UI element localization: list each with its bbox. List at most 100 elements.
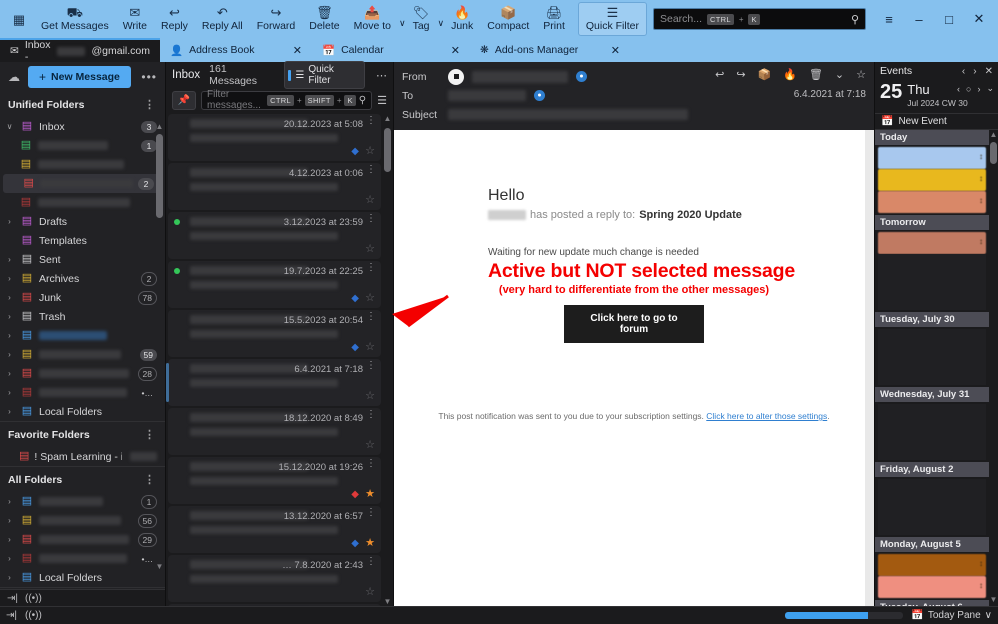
star-icon[interactable]: ☆ (365, 389, 375, 402)
quick-filter-toolbar-button[interactable]: ☰ Quick Filter (577, 2, 647, 36)
row-menu-icon[interactable]: ⋮ (366, 459, 376, 469)
reply-icon[interactable]: ↩ (715, 68, 724, 81)
list-item[interactable] (878, 404, 986, 460)
sidebar-item-archives[interactable]: › ▤ Archives 2 (0, 269, 165, 288)
table-row[interactable]: 13.12.2020 at 6:57 ⋮ ◆ ★ (168, 506, 381, 553)
row-menu-icon[interactable]: ⋮ (366, 165, 376, 175)
twisty-icon[interactable]: › (4, 407, 15, 416)
msglist-scroll-thumb[interactable] (384, 128, 391, 172)
forward-icon[interactable]: ↪ (736, 68, 745, 81)
sidebar-item-inbox[interactable]: ∨ ▤ Inbox 3 (0, 117, 165, 136)
twisty-icon[interactable]: › (4, 331, 15, 340)
filter-messages-input[interactable]: Filter messages... CTRL + SHIFT + K ⚲ (201, 89, 373, 111)
list-item[interactable]: ↕ (878, 169, 986, 191)
sidebar-item[interactable]: ▤ (0, 193, 165, 212)
email-settings-link[interactable]: Click here to alter those settings (706, 411, 827, 421)
table-row[interactable]: 19.7.2023 at 22:25 ⋮ ◆ ☆ (168, 261, 381, 308)
cloud-sync-icon[interactable]: ☁ (8, 70, 20, 84)
twisty-icon[interactable]: ∨ (4, 122, 15, 131)
table-row[interactable]: 6.4.2021 at 7:18 ⋮ ☆ (166, 359, 381, 406)
tab-addons-close-icon[interactable]: ✕ (595, 44, 620, 57)
list-item[interactable] (878, 479, 986, 535)
twisty-icon[interactable]: › (4, 516, 15, 525)
forward-button[interactable]: ↪ Forward (250, 2, 303, 36)
table-row[interactable]: 15.12.2020 at 19:26 ⋮ ◆ ★ (168, 457, 381, 504)
list-item[interactable]: ↕ (878, 576, 986, 598)
events-scroll-thumb[interactable] (990, 142, 997, 164)
thread-view-icon[interactable]: ⋯ (374, 69, 387, 82)
msglist-scroll-up-icon[interactable]: ▲ (383, 114, 392, 123)
twisty-icon[interactable]: › (4, 274, 15, 283)
offline-indicator-icon[interactable]: ⇥| (6, 610, 17, 621)
list-item[interactable]: ↕ (878, 554, 986, 576)
sidebar-scrollbar[interactable]: ▲ ▼ (155, 122, 164, 571)
list-item[interactable] (878, 254, 986, 310)
go-to-forum-button[interactable]: Click here to go to forum (564, 305, 704, 343)
sidebar-item-local-folders[interactable]: › ▤ Local Folders (0, 402, 165, 421)
star-icon[interactable]: ★ (365, 536, 375, 549)
print-button[interactable]: 🖨 Print (536, 2, 572, 36)
delete-button[interactable]: 🗑 Delete (302, 2, 346, 36)
tab-calendar-close-icon[interactable]: ✕ (435, 44, 460, 57)
chevron-down-icon[interactable]: ⌄ (835, 68, 844, 81)
pin-filter-button[interactable]: 📌 (172, 90, 196, 110)
star-icon[interactable]: ☆ (365, 144, 375, 157)
junk-icon[interactable]: 🔥 (783, 68, 797, 81)
chevron-down-icon[interactable]: ⌄ (986, 83, 994, 94)
filter-options-icon[interactable]: ☰ (377, 94, 387, 107)
row-menu-icon[interactable]: ⋮ (366, 361, 376, 371)
sidebar-item[interactable]: › ▤ 29 (0, 530, 165, 549)
twisty-icon[interactable]: › (4, 535, 15, 544)
archive-icon[interactable]: 📦 (758, 68, 772, 81)
message-list-scrollbar[interactable]: ▲ ▼ (383, 114, 392, 606)
table-row[interactable]: 3.12.2023 at 23:59 ⋮ ☆ (168, 212, 381, 259)
sidebar-item[interactable]: › ▤ 59 (0, 345, 165, 364)
tab-address-book-close-icon[interactable]: ✕ (277, 44, 302, 57)
sidebar-item[interactable]: › ▤ 56 (0, 511, 165, 530)
move-to-chevron-down-icon[interactable]: ∨ (399, 18, 406, 29)
compact-button[interactable]: 📦 Compact (480, 2, 536, 36)
new-message-button[interactable]: + New Message (28, 66, 131, 88)
tab-addons-manager[interactable]: ❋ Add-ons Manager ✕ (470, 38, 630, 62)
sidebar-more-icon[interactable]: ••• (141, 70, 157, 84)
sidebar-item-junk[interactable]: › ▤ Junk 78 (0, 288, 165, 307)
row-menu-icon[interactable]: ⋮ (366, 214, 376, 224)
star-icon[interactable]: ☆ (365, 438, 375, 451)
star-icon[interactable]: ☆ (365, 193, 375, 206)
sidebar-item[interactable]: › ▤ (0, 326, 165, 345)
table-row[interactable]: 4.12.2023 at 0:06 ⋮ ☆ (168, 163, 381, 210)
twisty-icon[interactable]: › (4, 217, 15, 226)
move-to-button[interactable]: 📤 Move to (347, 2, 398, 36)
write-button[interactable]: ✉ Write (116, 2, 154, 36)
app-menu-button[interactable]: ▦ (4, 2, 34, 36)
connection-icon[interactable]: ((•)) (25, 593, 42, 604)
hamburger-menu-button[interactable]: ≡ (874, 4, 904, 34)
unread-dot-icon[interactable] (174, 268, 180, 274)
event-handle-icon[interactable]: ↕ (979, 196, 983, 205)
list-item[interactable] (878, 329, 986, 385)
sidebar-item[interactable]: ▤ (0, 155, 165, 174)
contact-info-icon[interactable]: ● (576, 71, 587, 82)
reply-button[interactable]: ↩ Reply (154, 2, 195, 36)
sidebar-item[interactable]: ▤ 2 (3, 174, 162, 193)
row-menu-icon[interactable]: ⋮ (366, 557, 376, 567)
star-icon[interactable]: ☆ (365, 585, 375, 598)
twisty-icon[interactable]: › (4, 350, 15, 359)
sidebar-item-drafts[interactable]: › ▤ Drafts (0, 212, 165, 231)
sidebar-item-sent[interactable]: › ▤ Sent (0, 250, 165, 269)
events-date-next-icon[interactable]: › (977, 84, 980, 94)
list-item[interactable]: ↕ (878, 232, 986, 254)
table-row[interactable]: 15.5.2023 at 20:54 ⋮ ◆ ☆ (168, 310, 381, 357)
sidebar-item-templates[interactable]: ▤ Templates (0, 231, 165, 250)
twisty-icon[interactable]: › (4, 255, 15, 264)
sidebar-item-spam-learning-is-spam[interactable]: ▤ ! Spam Learning - is Spam - (0, 447, 165, 466)
sidebar-scroll-down-icon[interactable]: ▼ (155, 562, 164, 571)
event-handle-icon[interactable]: ↕ (979, 174, 983, 183)
events-scroll-down-icon[interactable]: ▼ (989, 595, 998, 604)
sidebar-item[interactable]: › ▤ •… (0, 383, 165, 402)
star-icon[interactable]: ★ (365, 487, 375, 500)
delete-icon[interactable]: 🗑 (809, 68, 823, 81)
star-icon[interactable]: ☆ (365, 291, 375, 304)
twisty-icon[interactable]: › (4, 388, 15, 397)
msglist-scroll-down-icon[interactable]: ▼ (383, 597, 392, 606)
